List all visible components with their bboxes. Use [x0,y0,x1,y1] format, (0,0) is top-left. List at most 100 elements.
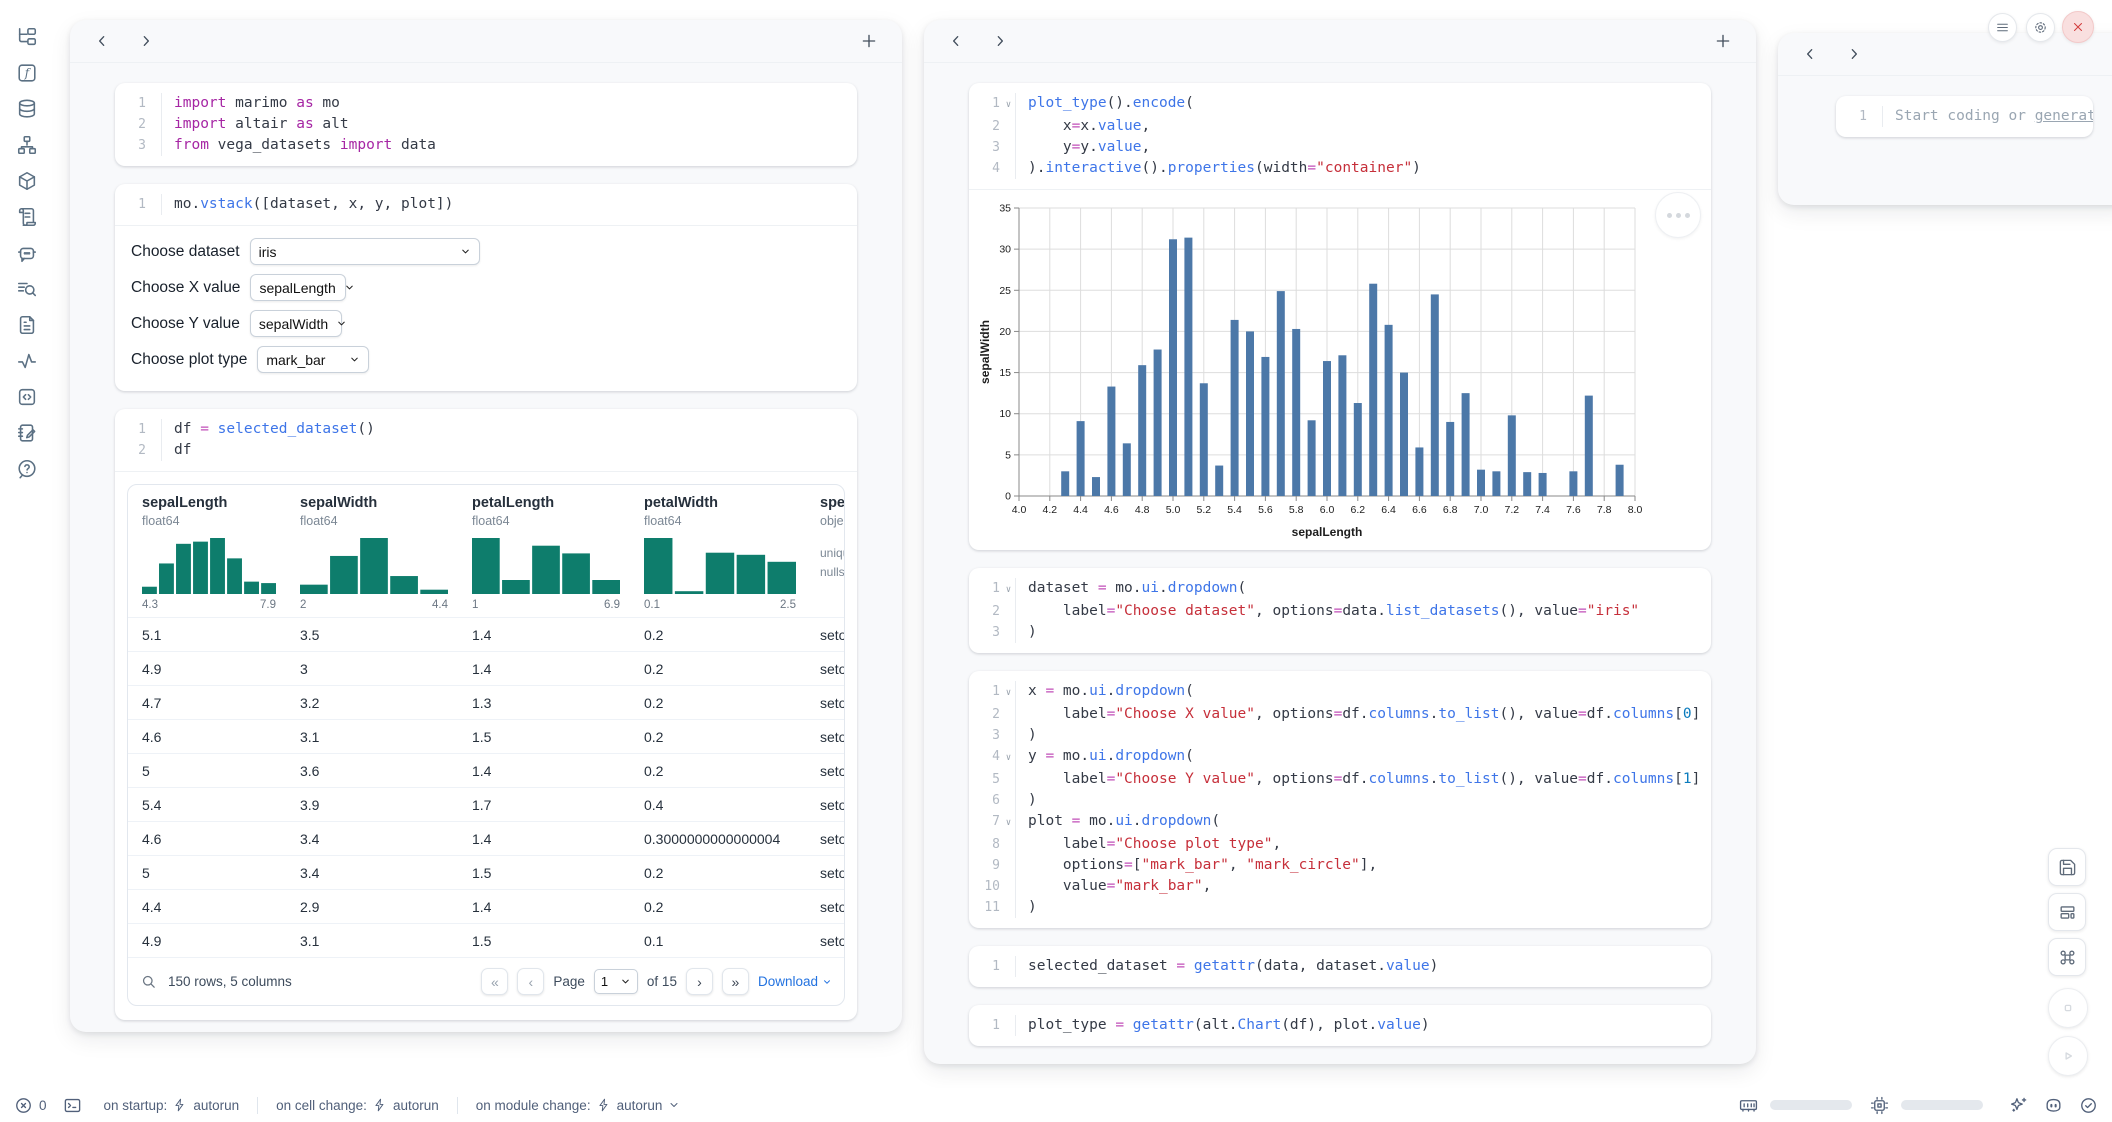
chevron-left-icon[interactable] [1802,46,1818,62]
column-toolbar [70,20,902,63]
app-sidebar: f [0,0,54,1106]
row-count: 150 rows, 5 columns [168,974,292,989]
dropdown-select[interactable]: mark_bar [257,346,369,373]
close-button[interactable] [2062,11,2094,43]
stop-button[interactable] [2048,988,2088,1028]
svg-text:5: 5 [1005,449,1011,461]
runtime-on-module-change[interactable]: on module change: autorun [476,1098,681,1113]
ai-chat-icon[interactable] [16,242,38,264]
file-tree-icon[interactable] [16,26,38,48]
copilot-icon[interactable] [2044,1096,2063,1115]
errors-button[interactable]: 0 [14,1096,47,1115]
column-header[interactable]: sepalWidth float64 24.4 [286,485,458,617]
terminal-button[interactable] [63,1096,82,1115]
code-editor[interactable]: 1mo.vstack([dataset, x, y, plot]) [115,184,857,226]
code-editor[interactable]: 1∨dataset = mo.ui.dropdown(2 label="Choo… [969,568,1711,653]
logs-icon[interactable] [16,278,38,300]
svg-text:7.2: 7.2 [1504,504,1519,516]
table-header: sepalLength float64 4.37.9 sepalWidth fl… [128,485,844,617]
more-options-button[interactable] [1655,192,1701,238]
table-row[interactable]: 5.43.91.70.4setosa [128,787,844,821]
database-icon[interactable] [16,98,38,120]
table-row[interactable]: 4.63.11.50.2setosa [128,719,844,753]
dropdown-label: Choose dataset [131,243,240,261]
settings-gear-icon[interactable] [2026,13,2055,42]
column-header[interactable]: sepalLength float64 4.37.9 [128,485,286,617]
column-header[interactable]: petalLength float64 16.9 [458,485,630,617]
svg-text:4.8: 4.8 [1135,504,1150,516]
scratchpad-icon[interactable] [16,422,38,444]
code-editor[interactable]: 1∨x = mo.ui.dropdown(2 label="Choose X v… [969,671,1711,928]
table-row[interactable]: 4.63.41.40.3000000000000004setosa [128,821,844,855]
svg-text:7.0: 7.0 [1474,504,1489,516]
download-button[interactable]: Download [758,974,832,989]
save-button[interactable] [2048,848,2086,886]
cpu-icon [1870,1096,1889,1115]
add-cell-button[interactable] [860,32,878,50]
table-row[interactable]: 4.73.21.30.2setosa [128,685,844,719]
chevron-down-icon [668,1099,680,1111]
table-row[interactable]: 4.93.11.50.1setosa [128,923,844,957]
table-row[interactable]: 4.42.91.40.2setosa [128,889,844,923]
svg-text:5.4: 5.4 [1227,504,1242,516]
altair-bar-chart[interactable]: 051015202530354.04.24.44.64.85.05.25.45.… [977,200,1705,542]
page-select[interactable]: 1 [594,969,638,994]
chevron-right-icon[interactable] [992,33,1008,49]
table-row[interactable]: 5.13.51.40.2setosa [128,617,844,651]
code-editor[interactable]: 1import marimo as mo2import altair as al… [115,83,857,166]
runtime-on-cell-change[interactable]: on cell change: autorun [276,1098,439,1113]
runtime-on-startup[interactable]: on startup: autorun [104,1098,240,1113]
svg-text:4.4: 4.4 [1073,504,1088,516]
chevron-right-icon[interactable] [138,33,154,49]
layout-button[interactable] [2048,893,2086,931]
table-row[interactable]: 53.61.40.2setosa [128,753,844,787]
sparkles-icon[interactable] [2009,1096,2028,1115]
cell-dataframe: 1df = selected_dataset()2df sepalLength … [115,409,857,1020]
column-histogram [644,538,796,594]
svg-text:4.2: 4.2 [1042,504,1057,516]
run-button[interactable] [2048,1036,2088,1076]
svg-text:15: 15 [999,367,1011,379]
snippets-icon[interactable] [16,386,38,408]
tracing-icon[interactable] [16,350,38,372]
code-editor[interactable]: 1∨plot_type().encode(2 x=x.value,3 y=y.v… [969,83,1711,190]
code-editor[interactable]: 1df = selected_dataset()2df [115,409,857,472]
add-cell-button[interactable] [1714,32,1732,50]
status-bar: 0 on startup: autorun on cell change: au… [0,1088,2112,1122]
table-row[interactable]: 4.931.40.2setosa [128,651,844,685]
column-header[interactable]: species object unique: nulls: [806,485,844,617]
dropdown-select[interactable]: sepalWidth [250,310,342,337]
table-row[interactable]: 53.41.50.2setosa [128,855,844,889]
help-icon[interactable] [16,458,38,480]
menu-button[interactable] [1988,13,2017,42]
last-page-button[interactable]: » [722,968,749,995]
cell-imports: 1import marimo as mo2import altair as al… [115,83,857,166]
cell-vstack: 1mo.vstack([dataset, x, y, plot]) Choose… [115,184,857,391]
code-editor[interactable]: 1Start coding or generate with [1836,96,2093,137]
code-editor[interactable]: 1selected_dataset = getattr(data, datase… [969,946,1711,987]
cell-selected-dataset: 1selected_dataset = getattr(data, datase… [969,946,1711,987]
cpu-usage-bar [1901,1100,1983,1110]
chevron-left-icon[interactable] [948,33,964,49]
column-header[interactable]: petalWidth float64 0.12.5 [630,485,806,617]
command-palette-button[interactable] [2048,938,2086,976]
svg-text:sepalWidth: sepalWidth [978,320,992,384]
script-icon[interactable] [16,206,38,228]
documentation-icon[interactable] [16,314,38,336]
check-circle-icon[interactable] [2079,1096,2098,1115]
dataframe-output: sepalLength float64 4.37.9 sepalWidth fl… [115,472,857,1020]
prev-page-button[interactable]: ‹ [517,968,544,995]
next-page-button[interactable]: › [686,968,713,995]
dropdown-label: Choose Y value [131,315,240,333]
dependency-graph-icon[interactable] [16,134,38,156]
code-editor[interactable]: 1plot_type = getattr(alt.Chart(df), plot… [969,1005,1711,1046]
first-page-button[interactable]: « [481,968,508,995]
search-icon[interactable] [140,973,157,990]
chevron-left-icon[interactable] [94,33,110,49]
function-icon[interactable]: f [16,62,38,84]
cell-dataset-dropdown: 1∨dataset = mo.ui.dropdown(2 label="Choo… [969,568,1711,653]
dropdown-select[interactable]: sepalLength [250,274,346,301]
chevron-right-icon[interactable] [1846,46,1862,62]
package-icon[interactable] [16,170,38,192]
dropdown-select[interactable]: iris [250,238,480,265]
